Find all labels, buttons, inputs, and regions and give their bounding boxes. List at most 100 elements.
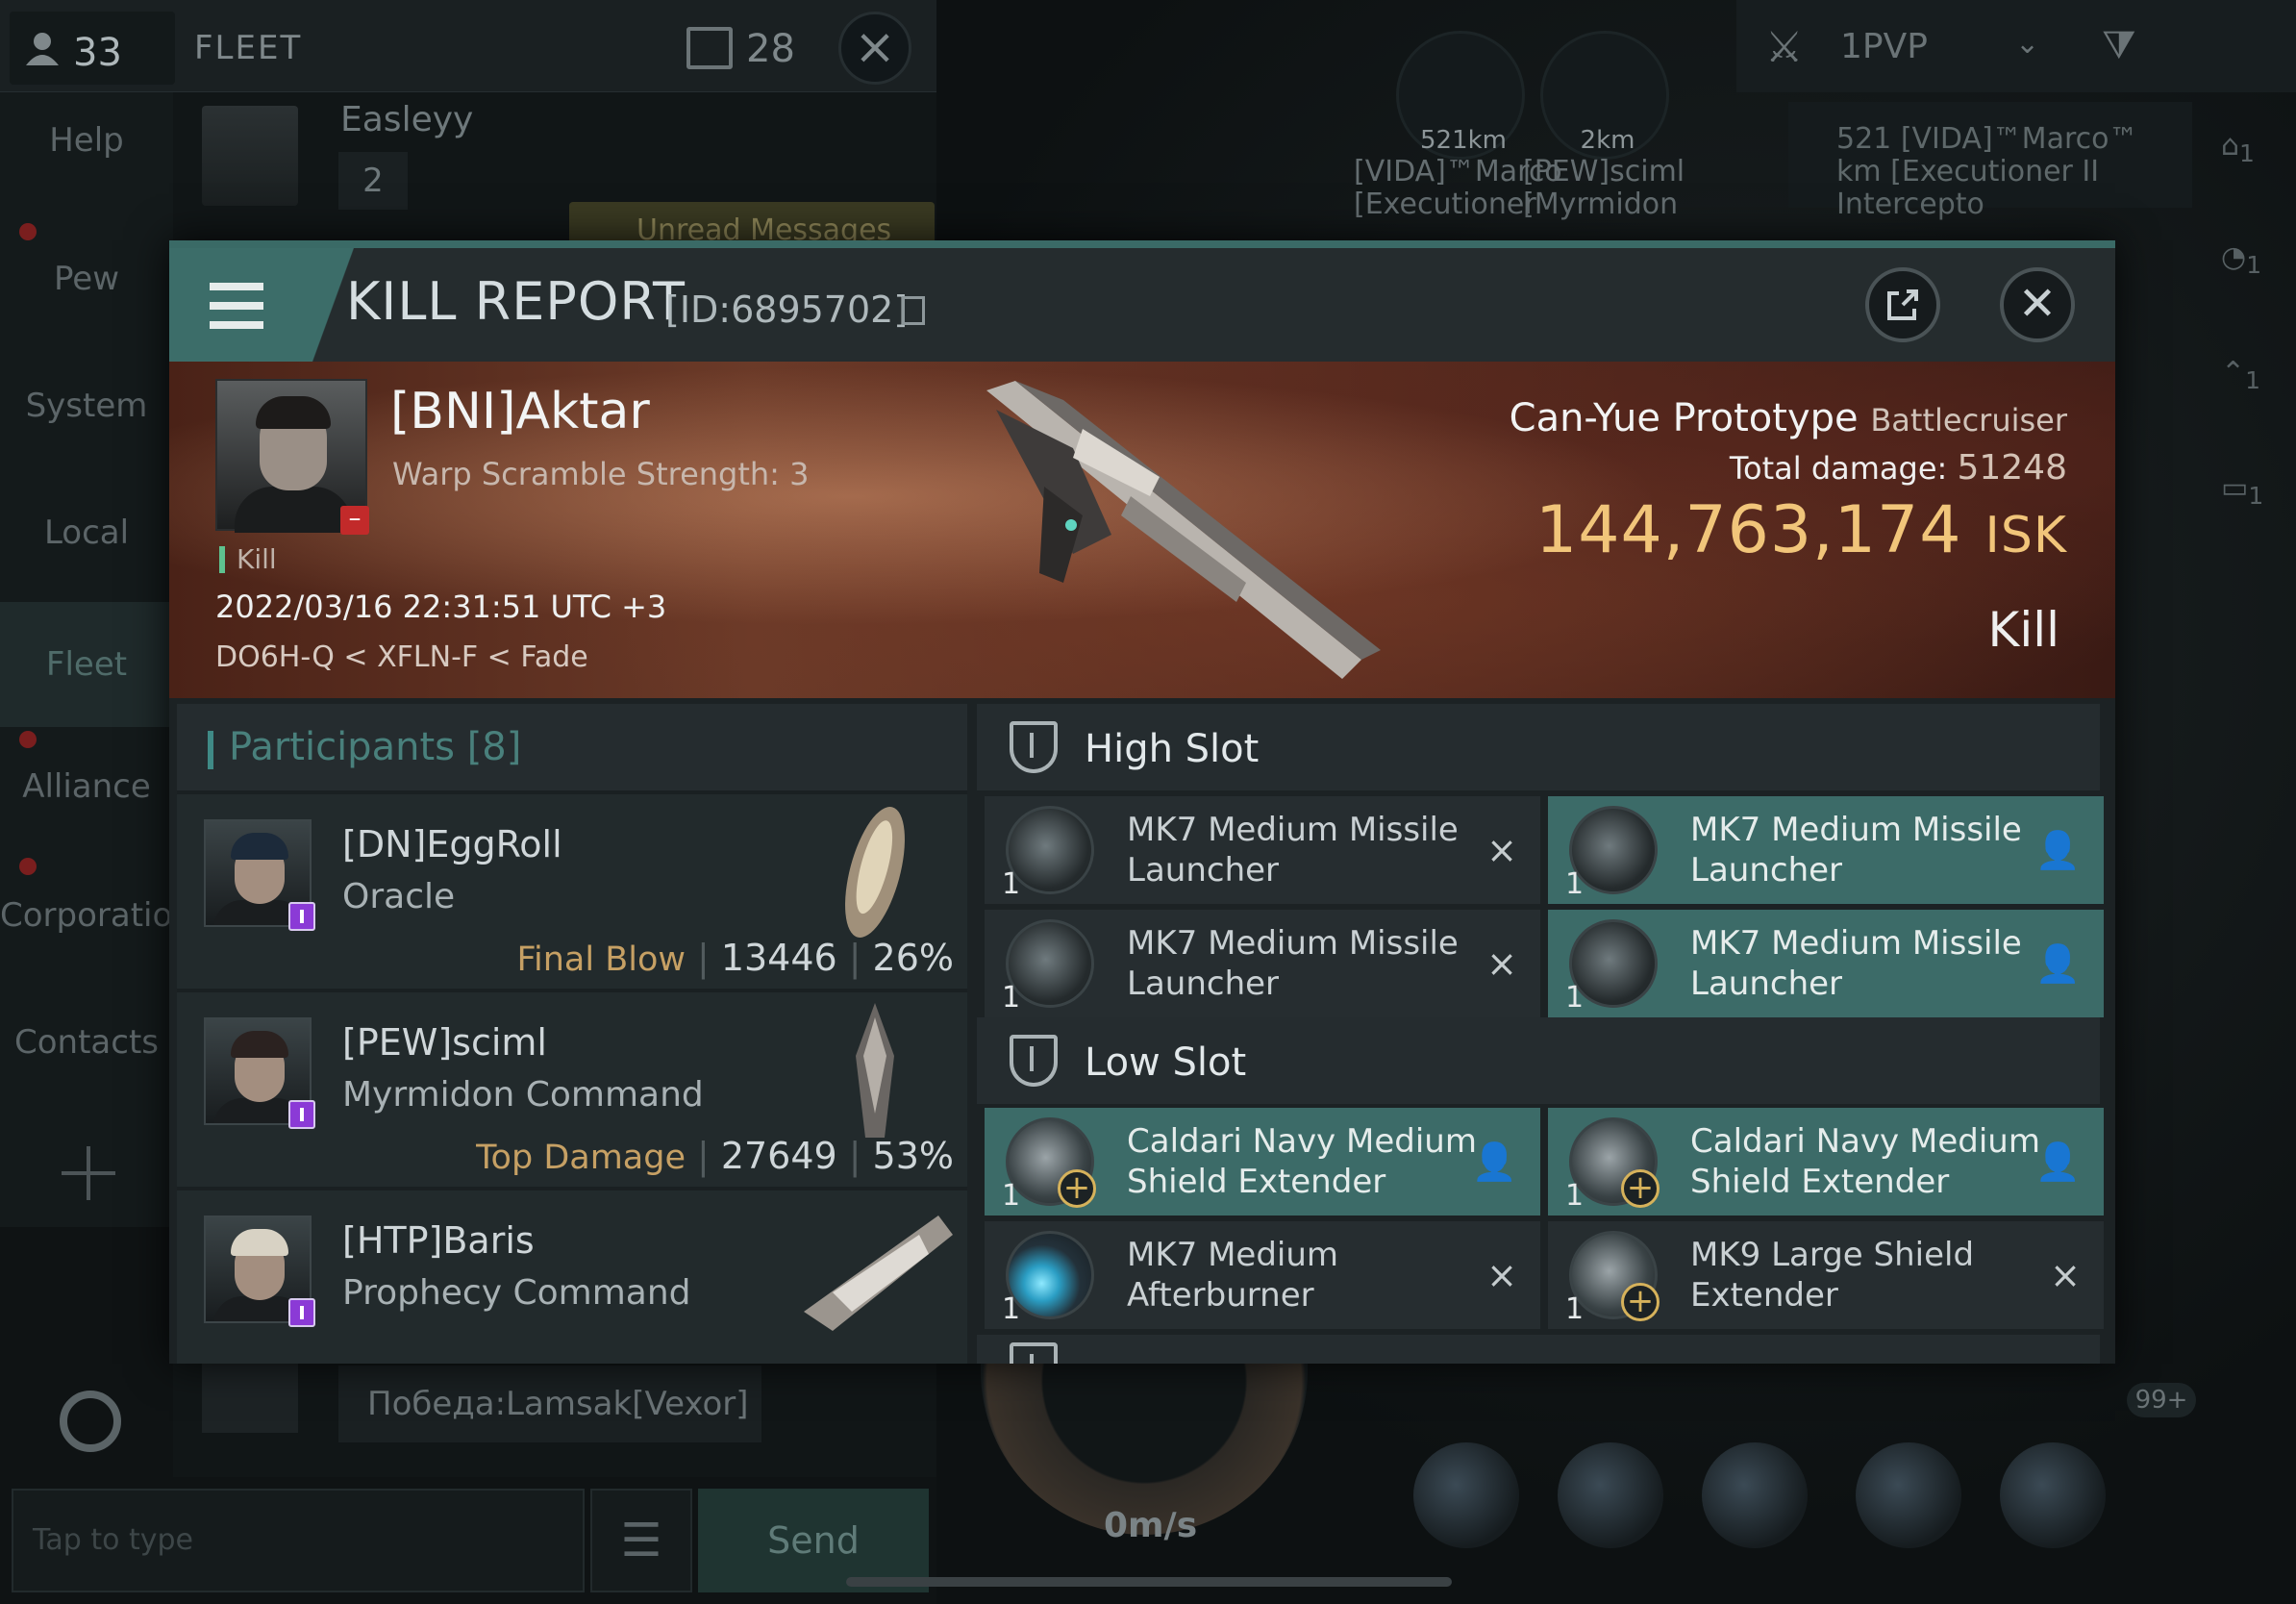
victim-subtitle: Warp Scramble Strength: 3	[392, 456, 810, 492]
missile-launcher-module-icon[interactable]	[1558, 1442, 1663, 1548]
channel-list-icon[interactable]	[686, 27, 733, 69]
module-name-line: Extender	[1690, 1276, 1838, 1315]
side-action-icon[interactable]: ▭1	[2221, 471, 2269, 519]
module-name-line: MK7 Medium Missile	[1690, 924, 2022, 963]
chevron-down-icon[interactable]: ⌄	[2015, 27, 2039, 61]
destroyed-icon: ×	[1486, 942, 1517, 985]
module-name-line: Shield Extender	[1690, 1163, 1950, 1201]
participant-row[interactable]: [HTP]Baris Prophecy Command	[177, 1187, 967, 1364]
kill-location[interactable]: DO6H-Q < XFLN-F < Fade	[215, 640, 588, 674]
participant-row[interactable]: [PEW]sciml Myrmidon Command Top Damage | 2…	[177, 989, 967, 1187]
module-item[interactable]: 1 MK7 Medium Afterburner ×	[985, 1221, 1540, 1329]
module-quantity: 1	[1565, 1179, 1585, 1213]
participant-ship: Oracle	[342, 877, 456, 916]
people-count-button[interactable]: 33	[10, 12, 175, 85]
avatar[interactable]	[202, 1356, 298, 1433]
target-distance: 2km	[1580, 126, 1635, 155]
nav-help[interactable]: Help	[0, 92, 173, 188]
chat-menu-button[interactable]: ☰	[590, 1489, 692, 1592]
side-count: 1	[2245, 366, 2261, 394]
module-quantity: 1	[1002, 1179, 1021, 1213]
module-name: Caldari Navy Medium Shield Extender	[1127, 1121, 1492, 1202]
module-quantity: 1	[1002, 1292, 1021, 1326]
copy-icon[interactable]	[902, 296, 925, 325]
shield-module-icon[interactable]	[2000, 1442, 2106, 1548]
module-item[interactable]: 1 MK7 Medium Missile Launcher 👤	[1548, 796, 2104, 904]
module-item[interactable]: 1 MK7 Medium Missile Launcher ×	[985, 796, 1540, 904]
side-action-icon[interactable]: ◔1	[2221, 240, 2269, 288]
plus-icon: +	[1621, 1169, 1660, 1208]
participant-damage: 13446	[720, 937, 837, 979]
victim-banner: – [BNI]Aktar Warp Scramble Strength: 3 K…	[169, 362, 2115, 698]
target-distance: 521km	[1419, 126, 1507, 155]
overview-row[interactable]: 521 [VIDA]™Marco™ km [Executioner II Int…	[1788, 102, 2192, 221]
afterburner-module-icon[interactable]	[1413, 1442, 1519, 1548]
participant-ship: Prophecy Command	[342, 1273, 691, 1313]
module-item[interactable]: + 1 Caldari Navy Medium Shield Extender 👤	[985, 1108, 1540, 1216]
chat-header: 33 FLEET 28 ×	[0, 0, 936, 92]
locked-target[interactable]: 521km	[1396, 31, 1525, 160]
nav-system[interactable]: System	[0, 358, 173, 454]
module-name: MK7 Medium Afterburner	[1127, 1235, 1492, 1316]
participant-stats: Top Damage | 27649 | 53%	[476, 1135, 954, 1177]
kill-result: Kill	[1987, 602, 2059, 658]
nav-contacts[interactable]: Contacts	[0, 994, 173, 1090]
participant-ship-image	[804, 1216, 953, 1331]
high-slot-header: High Slot	[977, 704, 2100, 790]
nav-corporation[interactable]: Corporation	[0, 867, 193, 964]
module-quantity: 1	[1565, 981, 1585, 1015]
destroyed-icon: ×	[1486, 1254, 1517, 1296]
module-name: Caldari Navy Medium Shield Extender	[1690, 1121, 2056, 1202]
message-text: 2	[338, 152, 408, 210]
participant-name: [DN]EggRoll	[342, 823, 562, 865]
side-action-icon[interactable]: ⌂1	[2221, 129, 2269, 177]
external-link-icon	[1887, 289, 1918, 320]
share-button[interactable]	[1865, 267, 1940, 342]
participants-label: Participants	[229, 725, 455, 769]
chat-channel-nav: Help Pew System Local Fleet Alliance Cor…	[0, 92, 193, 1227]
portrait-body	[235, 487, 352, 533]
avatar[interactable]	[202, 106, 298, 206]
kill-tag: Kill	[219, 546, 277, 573]
crossed-swords-icon: ⚔	[1765, 23, 1804, 72]
high-slot-title: High Slot	[1085, 727, 1260, 771]
module-item[interactable]: + 1 Caldari Navy Medium Shield Extender 👤	[1548, 1108, 2104, 1216]
nav-alliance[interactable]: Alliance	[0, 739, 173, 835]
header-accent	[208, 731, 213, 769]
close-button[interactable]: ✕	[2000, 267, 2075, 342]
victim-ship-image[interactable]	[958, 371, 1419, 689]
module-name-line: MK7 Medium	[1127, 1236, 1339, 1274]
shield-booster-module-icon[interactable]	[1856, 1442, 1961, 1548]
participant-row[interactable]: [DN]EggRoll Oracle Final Blow | 13446 | 26%	[177, 790, 967, 989]
overview-tab-label[interactable]: 1PVP	[1840, 27, 1928, 66]
side-action-icon[interactable]: ⌃1	[2221, 356, 2269, 404]
final-blow-tag: Final Blow	[516, 940, 686, 979]
module-item[interactable]: 1 MK7 Medium Missile Launcher 👤	[1548, 910, 2104, 1017]
victim-name[interactable]: [BNI]Aktar	[390, 383, 650, 440]
mid-slot-header	[977, 1335, 2100, 1364]
module-item[interactable]: + 1 MK9 Large Shield Extender ×	[1548, 1221, 2104, 1329]
nav-pew[interactable]: Pew	[0, 231, 173, 327]
module-name: MK9 Large Shield Extender	[1690, 1235, 2056, 1316]
participant-damage: 27649	[720, 1135, 837, 1177]
participants-header[interactable]: Participants [8]	[177, 704, 967, 790]
module-quantity: 1	[1565, 1292, 1585, 1326]
home-indicator	[846, 1577, 1452, 1587]
module-item[interactable]: 1 MK7 Medium Missile Launcher ×	[985, 910, 1540, 1017]
side-count: 1	[2248, 482, 2264, 510]
add-channel-button[interactable]	[62, 1146, 115, 1200]
overview-unit: km	[1836, 155, 1882, 188]
filter-icon[interactable]: ⧩	[2102, 23, 2136, 67]
chat-close-button[interactable]: ×	[838, 12, 911, 85]
target-label: [PEW]sciml [Myrmidon	[1523, 156, 1685, 221]
nav-local[interactable]: Local	[0, 485, 173, 581]
chat-input[interactable]: Tap to type	[12, 1489, 585, 1592]
hamburger-menu-button[interactable]	[169, 248, 312, 362]
locked-target[interactable]: 2km	[1540, 31, 1669, 160]
missile-launcher-module-icon[interactable]	[1702, 1442, 1808, 1548]
participant-name: [PEW]sciml	[342, 1021, 547, 1064]
gear-icon[interactable]	[60, 1391, 121, 1452]
message-text: Победа:Lamsak[Vexor]	[338, 1366, 761, 1442]
nav-fleet[interactable]: Fleet	[0, 602, 173, 727]
participants-title: Participants [8]	[229, 725, 521, 769]
